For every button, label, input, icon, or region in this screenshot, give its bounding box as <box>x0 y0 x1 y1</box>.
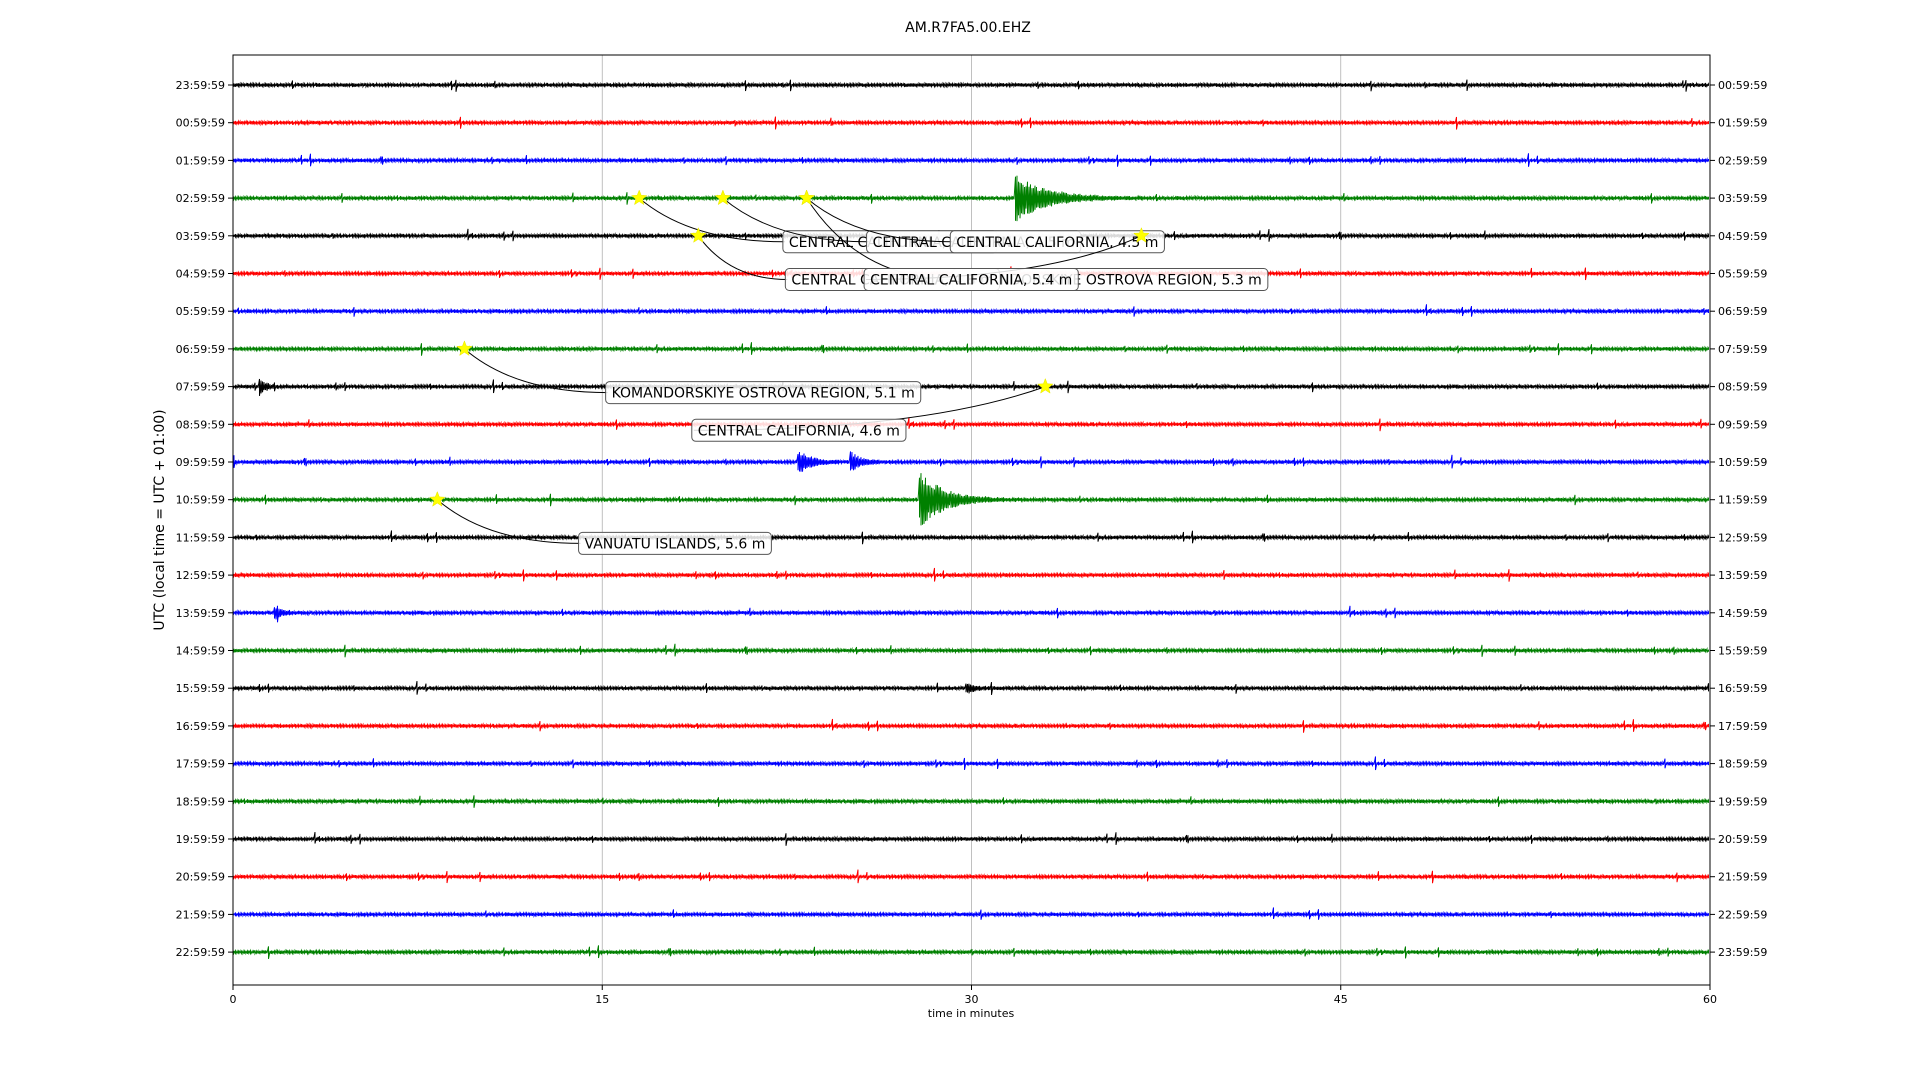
right-row-label: 05:59:59 <box>1718 268 1767 281</box>
left-row-label: 10:59:59 <box>176 494 225 507</box>
left-row-label: 19:59:59 <box>176 833 225 846</box>
right-row-label: 23:59:59 <box>1718 946 1767 959</box>
event-label: VANUATU ISLANDS, 5.6 m <box>585 536 766 552</box>
left-row-label: 11:59:59 <box>176 531 225 544</box>
right-row-label: 00:59:59 <box>1718 79 1767 92</box>
left-row-label: 15:59:59 <box>176 682 225 695</box>
left-row-label: 05:59:59 <box>176 305 225 318</box>
right-row-label: 15:59:59 <box>1718 645 1767 658</box>
right-row-label: 07:59:59 <box>1718 343 1767 356</box>
left-row-label: 03:59:59 <box>176 230 225 243</box>
x-tick-label: 60 <box>1703 993 1717 1006</box>
left-row-label: 08:59:59 <box>176 418 225 431</box>
left-row-label: 06:59:59 <box>176 343 225 356</box>
x-tick-label: 30 <box>965 993 979 1006</box>
x-tick-label: 45 <box>1334 993 1348 1006</box>
right-row-label: 04:59:59 <box>1718 230 1767 243</box>
x-axis-label: time in minutes <box>928 1007 1015 1020</box>
right-row-label: 09:59:59 <box>1718 418 1767 431</box>
event-label: CENTRAL CALIFORNIA, 4.6 m <box>698 423 900 439</box>
right-row-label: 18:59:59 <box>1718 758 1767 771</box>
event-label: CENTRAL CALIFORNIA, 5.4 m <box>870 273 1072 289</box>
right-row-label: 08:59:59 <box>1718 381 1767 394</box>
left-row-label: 13:59:59 <box>176 607 225 620</box>
left-row-label: 07:59:59 <box>176 381 225 394</box>
right-row-label: 22:59:59 <box>1718 908 1767 921</box>
left-row-label: 20:59:59 <box>176 871 225 884</box>
left-row-label: 23:59:59 <box>176 79 225 92</box>
right-row-label: 12:59:59 <box>1718 531 1767 544</box>
left-row-label: 09:59:59 <box>176 456 225 469</box>
left-row-label: 22:59:59 <box>176 946 225 959</box>
left-row-label: 02:59:59 <box>176 192 225 205</box>
helicorder-chart: AM.R7FA5.00.EHZ CENTRAL CALIFORNIA, 4.5 … <box>0 0 1920 1080</box>
right-row-label: 20:59:59 <box>1718 833 1767 846</box>
left-row-label: 21:59:59 <box>176 908 225 921</box>
right-row-label: 10:59:59 <box>1718 456 1767 469</box>
left-row-label: 12:59:59 <box>176 569 225 582</box>
right-row-label: 03:59:59 <box>1718 192 1767 205</box>
right-row-label: 17:59:59 <box>1718 720 1767 733</box>
right-row-label: 06:59:59 <box>1718 305 1767 318</box>
event-label: KOMANDORSKIYE OSTROVA REGION, 5.1 m <box>612 386 915 402</box>
left-row-label: 00:59:59 <box>176 117 225 130</box>
chart-title: AM.R7FA5.00.EHZ <box>905 20 1031 36</box>
left-row-label: 16:59:59 <box>176 720 225 733</box>
left-row-label: 18:59:59 <box>176 795 225 808</box>
right-row-label: 19:59:59 <box>1718 795 1767 808</box>
left-row-label: 04:59:59 <box>176 268 225 281</box>
left-row-label: 17:59:59 <box>176 758 225 771</box>
x-tick-label: 0 <box>230 993 237 1006</box>
right-row-label: 01:59:59 <box>1718 117 1767 130</box>
left-row-label: 14:59:59 <box>176 645 225 658</box>
right-row-label: 16:59:59 <box>1718 682 1767 695</box>
right-row-label: 14:59:59 <box>1718 607 1767 620</box>
right-row-label: 13:59:59 <box>1718 569 1767 582</box>
right-row-label: 02:59:59 <box>1718 154 1767 167</box>
x-tick-label: 15 <box>595 993 609 1006</box>
event-label: CENTRAL CALIFORNIA, 4.5 m <box>956 235 1158 251</box>
left-row-label: 01:59:59 <box>176 154 225 167</box>
right-row-label: 21:59:59 <box>1718 871 1767 884</box>
right-row-label: 11:59:59 <box>1718 494 1767 507</box>
y-axis-label: UTC (local time = UTC + 01:00) <box>152 409 168 630</box>
